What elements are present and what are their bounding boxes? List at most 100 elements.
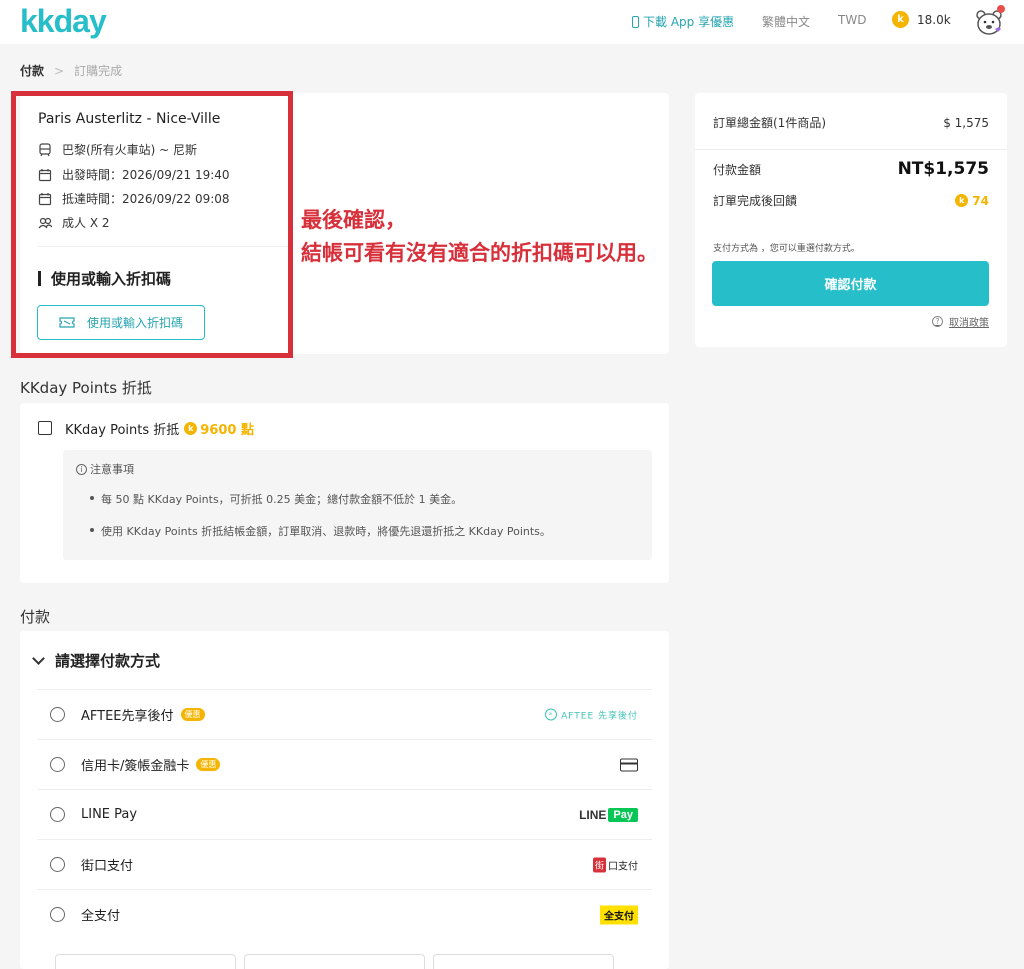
ticket-icon — [59, 317, 75, 328]
pxpay-logo: 全支付 — [600, 905, 638, 924]
payment-option-name: 全支付 — [81, 909, 121, 924]
payment-option-name: 街口支付 — [81, 859, 134, 874]
order-summary-card: 訂單總金額(1件商品) $ 1,575 付款金額 NT$1,575 訂單完成後回… — [695, 93, 1007, 347]
promo-code-button-label: 使用或輸入折扣碼 — [86, 316, 183, 330]
aftee-circle-icon: » — [545, 708, 558, 721]
language-selector[interactable]: 繁體中文 — [762, 13, 810, 30]
departure-row: 出發時間：2026/09/21 19:40 — [38, 166, 230, 183]
payment-option-label: LINE Pay — [81, 807, 137, 822]
avatar[interactable] — [975, 5, 1005, 35]
payment-card: 請選擇付款方式 AFTEE先享後付 優惠 » AFTEE 先享後付 信用卡/簽帳… — [20, 631, 669, 969]
download-app-link[interactable]: 下載 App 享優惠 — [632, 13, 734, 30]
phone-icon — [632, 15, 639, 28]
points-checkbox[interactable] — [38, 421, 52, 435]
download-app-label: 下載 App 享優惠 — [643, 15, 735, 29]
points-label-text: KKday Points 折抵 — [65, 423, 180, 438]
notice-title: i 注意事項 — [76, 461, 134, 477]
radio-button[interactable] — [50, 707, 65, 722]
total-row: 訂單總金額(1件商品) $ 1,575 — [713, 114, 989, 131]
payment-option-name: 信用卡/簽帳金融卡 — [81, 759, 190, 774]
cancel-policy-label: 取消政策 — [949, 318, 989, 329]
divider — [695, 149, 1007, 150]
bear-avatar-icon — [976, 10, 1002, 35]
payment-option-aftee[interactable]: AFTEE先享後付 優惠 » AFTEE 先享後付 — [37, 689, 652, 739]
line-pay-logo: LINE Pay — [579, 807, 638, 822]
currency-selector[interactable]: TWD — [838, 13, 866, 27]
breadcrumb-current: 付款 — [20, 64, 45, 78]
reward-value: 74 — [972, 193, 989, 208]
payment-option-label: 全支付 — [81, 905, 120, 924]
payment-option-label: 街口支付 — [81, 855, 133, 874]
product-title: Paris Austerlitz - Nice-Ville — [38, 111, 221, 127]
pay-amount-value: NT$1,575 — [897, 159, 989, 179]
payment-method-note: 支付方式為 ，您可以重選付款方式。 — [713, 244, 860, 254]
calendar-icon — [38, 168, 52, 181]
notice-item: 使用 KKday Points 折抵結帳金額，訂單取消、退款時，將優先退還折抵之… — [90, 525, 551, 538]
credit-card-logo — [620, 758, 638, 771]
points-section-title: KKday Points 折抵 — [20, 379, 152, 397]
payment-option-jkopay[interactable]: 街口支付 街 口支付 — [37, 839, 652, 889]
payment-option-name: LINE Pay — [81, 807, 138, 822]
points-available: k 9600 點 — [184, 419, 254, 438]
breadcrumb-chevron-icon: > — [54, 63, 65, 78]
arrival-row: 抵達時間：2026/09/22 09:08 — [38, 190, 230, 207]
partial-option-tile[interactable] — [433, 954, 614, 969]
notification-dot — [997, 5, 1005, 13]
total-label: 訂單總金額(1件商品) — [713, 116, 826, 130]
payment-option-pxpay[interactable]: 全支付 全支付 — [37, 889, 652, 939]
radio-button[interactable] — [50, 857, 65, 872]
payment-option-line-pay[interactable]: LINE Pay LINE Pay — [37, 789, 652, 839]
credit-card-icon — [620, 758, 638, 771]
partial-option-tile[interactable] — [55, 954, 236, 969]
radio-button[interactable] — [50, 907, 65, 922]
discount-badge: 優惠 — [196, 758, 221, 771]
calendar-icon — [38, 192, 52, 205]
payment-section-title: 付款 — [20, 608, 51, 626]
jkopay-logo-text: 口支付 — [608, 861, 638, 872]
line-pay-logo-pay: Pay — [608, 807, 638, 822]
chevron-down-icon — [32, 651, 45, 665]
points-checkbox-label[interactable]: KKday Points 折抵 k 9600 點 — [65, 419, 254, 438]
passengers-text: 成人 X 2 — [62, 216, 110, 230]
passengers-row: 成人 X 2 — [38, 214, 110, 231]
payment-method-heading-text: 請選擇付款方式 — [55, 652, 161, 670]
aftee-logo: » AFTEE 先享後付 — [545, 708, 638, 721]
people-icon — [38, 217, 52, 228]
k-coin-icon: k — [892, 11, 909, 28]
k-coin-icon: k — [955, 194, 969, 207]
payment-option-label: 信用卡/簽帳金融卡 優惠 — [81, 755, 221, 774]
aftee-logo-text: AFTEE 先享後付 — [561, 711, 638, 721]
points-balance[interactable]: k 18.0k — [892, 11, 951, 28]
k-coin-icon: k — [184, 422, 198, 435]
train-icon — [39, 142, 51, 156]
promo-heading-text: 使用或輸入折扣碼 — [51, 270, 172, 288]
pay-amount-row: 付款金額 NT$1,575 — [713, 159, 989, 179]
info-icon: i — [76, 463, 87, 475]
partial-option-tile[interactable] — [244, 954, 425, 969]
radio-button[interactable] — [50, 807, 65, 822]
kkday-logo[interactable]: kkday — [20, 3, 107, 40]
confirm-payment-button[interactable]: 確認付款 — [712, 261, 989, 306]
reward-row: 訂單完成後回饋 k 74 — [713, 192, 989, 209]
points-card: KKday Points 折抵 k 9600 點 i 注意事項 每 50 點 K… — [20, 403, 669, 583]
payment-method-heading[interactable]: 請選擇付款方式 — [32, 650, 161, 671]
jkopay-logo-mark: 街 — [592, 857, 606, 872]
notice-item: 每 50 點 KKday Points，可折抵 0.25 美金；總付款金額不低於… — [89, 493, 463, 506]
points-available-value: 9600 點 — [200, 423, 254, 438]
question-icon: ? — [932, 316, 943, 327]
payment-option-label: AFTEE先享後付 優惠 — [81, 705, 205, 724]
route-row: 巴黎(所有火車站) ~ 尼斯 — [38, 141, 197, 158]
pay-amount-label: 付款金額 — [713, 162, 762, 177]
cancel-policy-link[interactable]: ? 取消政策 — [932, 314, 989, 329]
divider — [38, 246, 288, 247]
radio-button[interactable] — [50, 757, 65, 772]
breadcrumb: 付款 > 訂購完成 — [20, 62, 122, 79]
promo-code-button[interactable]: 使用或輸入折扣碼 — [37, 305, 205, 340]
arrival-text: 抵達時間：2026/09/22 09:08 — [62, 192, 230, 206]
annotation-line-2: 結帳可看有沒有適合的折扣碼可以用。 — [301, 241, 658, 265]
top-header: kkday 下載 App 享優惠 繁體中文 TWD k 18.0k — [0, 0, 1024, 44]
breadcrumb-next: 訂購完成 — [74, 64, 123, 78]
route-text: 巴黎(所有火車站) ~ 尼斯 — [62, 143, 198, 157]
payment-option-credit-card[interactable]: 信用卡/簽帳金融卡 優惠 — [37, 739, 652, 789]
annotation-text: 最後確認， 結帳可看有沒有適合的折扣碼可以用。 — [301, 204, 658, 270]
